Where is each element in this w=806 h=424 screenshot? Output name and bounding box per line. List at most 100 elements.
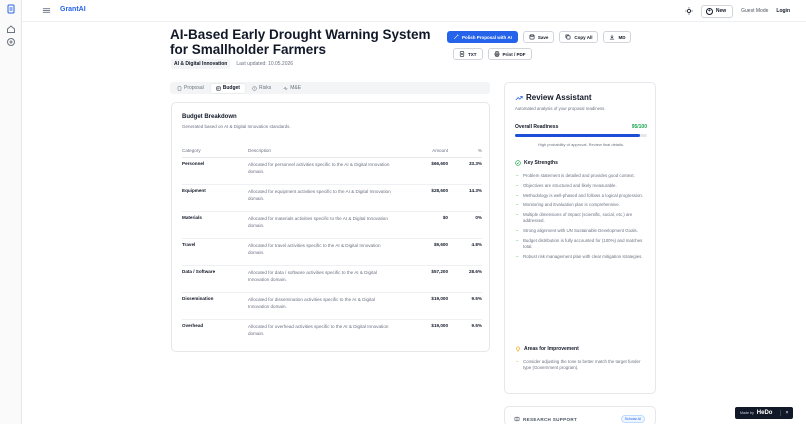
row-percent: 0% bbox=[448, 211, 482, 239]
sidebar bbox=[0, 0, 22, 424]
strengths-heading: Key Strengths bbox=[515, 160, 558, 166]
last-updated: Last updated: 10.05.2026 bbox=[236, 61, 294, 67]
col-category: Category bbox=[182, 144, 248, 158]
research-support-panel[interactable]: RESEARCH SUPPORT Scholar AI bbox=[504, 406, 656, 424]
list-item: Monitoring and Evaluation plan is compre… bbox=[515, 202, 649, 209]
row-percent: 9.5% bbox=[448, 292, 482, 320]
list-item: Consider adjusting the tone to better ma… bbox=[515, 359, 649, 372]
list-item: Multiple dimensions of impact (scientifi… bbox=[515, 212, 649, 225]
readiness-label: Overall Readiness bbox=[515, 124, 559, 130]
save-icon bbox=[529, 34, 535, 40]
row-category: Travel bbox=[182, 238, 248, 266]
proposal-meta: AI & Digital Innovation Last updated: 10… bbox=[171, 59, 293, 69]
guest-mode-label: Guest Mode bbox=[741, 8, 769, 14]
row-description: Allocated for overhead activities specif… bbox=[248, 323, 389, 336]
copy-all-button[interactable]: Copy All bbox=[559, 31, 599, 43]
login-link[interactable]: Login bbox=[776, 8, 790, 14]
strengths-list: Problem statement is detailed and provid… bbox=[515, 173, 649, 264]
save-button[interactable]: Save bbox=[522, 31, 555, 43]
printer-icon bbox=[494, 51, 499, 57]
table-row: Equipment Allocated for equipment activi… bbox=[182, 184, 482, 212]
list-item: Robust risk management plan with clear m… bbox=[515, 254, 649, 261]
row-amount: $19,000 bbox=[431, 322, 448, 328]
proposal-actions: Polish Proposal with AI Save Copy All MD… bbox=[447, 31, 657, 60]
file-text-icon bbox=[459, 51, 465, 57]
improvement-heading: Areas for Improvement bbox=[515, 346, 579, 352]
budget-title: Budget Breakdown bbox=[182, 114, 237, 120]
table-icon bbox=[215, 86, 221, 90]
activity-icon bbox=[283, 85, 288, 91]
document-icon[interactable] bbox=[6, 4, 16, 14]
table-row: Personnel Allocated for personnel activi… bbox=[182, 157, 482, 185]
readiness-score: 95/100 bbox=[631, 124, 647, 130]
table-row: Data / Software Allocated for data / sof… bbox=[182, 265, 482, 293]
review-title: Review Assistant bbox=[515, 93, 592, 102]
row-amount: $28,600 bbox=[398, 184, 448, 212]
made-by-text: Made by bbox=[740, 411, 754, 415]
page-title: AI-Based Early Drought Warning System fo… bbox=[170, 27, 431, 57]
domain-tag: AI & Digital Innovation bbox=[171, 59, 231, 69]
table-row: Overhead Allocated for overhead activiti… bbox=[182, 319, 482, 346]
row-description: Allocated for materials activities speci… bbox=[248, 211, 398, 239]
top-bar-actions: + New Guest Mode Login bbox=[685, 4, 790, 18]
research-support-label: RESEARCH SUPPORT bbox=[514, 416, 577, 422]
book-icon bbox=[514, 416, 520, 422]
home-icon[interactable] bbox=[6, 24, 16, 34]
row-percent: 4.8% bbox=[448, 238, 482, 266]
row-description: Allocated for data / software activities… bbox=[248, 265, 398, 293]
list-item: Objectives are structured and likely mea… bbox=[515, 183, 649, 190]
add-circle-icon[interactable] bbox=[6, 37, 16, 47]
tab-proposal[interactable]: Proposal bbox=[172, 84, 209, 93]
plus-icon: + bbox=[705, 7, 713, 15]
improvements-list: Consider adjusting the tone to better ma… bbox=[515, 359, 649, 375]
row-percent: 9.5% bbox=[471, 322, 482, 328]
row-category: Personnel bbox=[182, 157, 248, 185]
new-button[interactable]: + New bbox=[700, 4, 734, 18]
top-bar: GrantAI + New Guest Mode Login bbox=[22, 0, 806, 22]
polish-ai-button[interactable]: Polish Proposal with AI bbox=[447, 31, 518, 43]
budget-card: Budget Breakdown Generated based on AI &… bbox=[171, 102, 490, 352]
tab-budget[interactable]: Budget bbox=[210, 83, 245, 93]
trending-up-icon bbox=[515, 95, 523, 100]
download-txt-button[interactable]: TXT bbox=[453, 48, 483, 60]
brand-logo[interactable]: GrantAI bbox=[60, 6, 86, 13]
budget-subtitle: Generated based on AI & Digital Innovati… bbox=[182, 124, 291, 129]
made-by-badge[interactable]: Made by HeDo × bbox=[735, 407, 794, 419]
row-category: Overhead bbox=[182, 322, 204, 328]
readiness-progress-fill bbox=[515, 134, 641, 137]
document-icon bbox=[177, 85, 182, 91]
row-percent: 33.3% bbox=[448, 157, 482, 185]
table-header-row: Category Description Amount % bbox=[182, 144, 482, 158]
review-subtitle: Automated analysis of your proposal read… bbox=[515, 106, 606, 111]
sparkle-icon bbox=[453, 34, 459, 40]
row-percent: 14.3% bbox=[448, 184, 482, 212]
row-amount: $57,200 bbox=[398, 265, 448, 293]
row-description: Allocated for personnel activities speci… bbox=[248, 157, 398, 185]
tab-risks[interactable]: Risks bbox=[247, 84, 276, 93]
row-amount: $9,600 bbox=[398, 238, 448, 266]
check-circle-icon bbox=[515, 160, 521, 166]
readiness-row: Overall Readiness 95/100 bbox=[515, 124, 647, 130]
row-description: Allocated for travel activities specific… bbox=[248, 238, 398, 266]
table-row: Dissemination Allocated for disseminatio… bbox=[182, 292, 482, 320]
alert-circle-icon bbox=[252, 85, 257, 91]
hedo-logo: HeDo bbox=[756, 410, 773, 416]
print-pdf-button[interactable]: Print / PDF bbox=[487, 48, 532, 60]
col-amount: Amount bbox=[398, 144, 448, 158]
download-md-button[interactable]: MD bbox=[603, 31, 632, 43]
list-item: Methodology is well-phased and follows a… bbox=[515, 193, 649, 200]
table-row: Travel Allocated for travel activities s… bbox=[182, 238, 482, 266]
scholar-ai-badge: Scholar AI bbox=[620, 415, 645, 423]
list-item: Strong alignment with UN Sustainable Dev… bbox=[515, 228, 649, 235]
budget-table: Category Description Amount % Personnel … bbox=[182, 144, 482, 346]
theme-toggle-icon[interactable] bbox=[685, 7, 693, 15]
col-percent: % bbox=[448, 144, 482, 158]
row-category: Materials bbox=[182, 211, 248, 239]
row-category: Dissemination bbox=[182, 292, 248, 320]
close-badge-icon[interactable]: × bbox=[780, 410, 788, 416]
readiness-progress-bar bbox=[515, 134, 647, 137]
table-row: Materials Allocated for materials activi… bbox=[182, 211, 482, 239]
list-item: Problem statement is detailed and provid… bbox=[515, 173, 649, 180]
tab-me[interactable]: M&E bbox=[278, 84, 306, 93]
menu-icon[interactable] bbox=[42, 6, 51, 15]
